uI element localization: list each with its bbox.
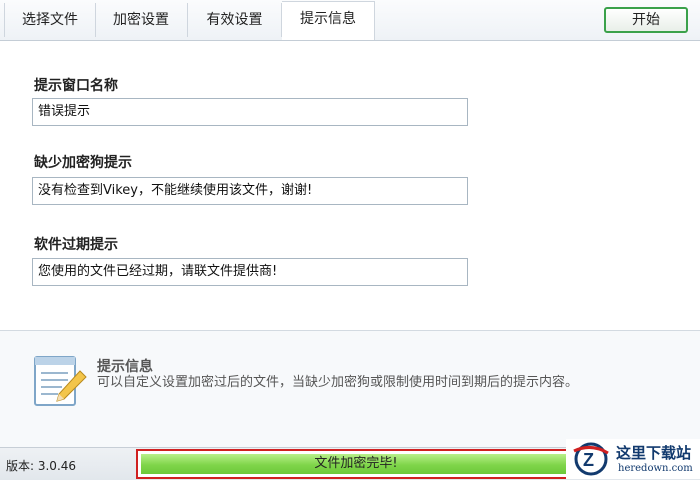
watermark-text: 这里下载站 <box>616 444 692 462</box>
expired-input[interactable]: 您使用的文件已经过期，请联文件提供商! <box>32 258 468 286</box>
missing-dongle-label: 缺少加密狗提示 <box>34 155 132 171</box>
watermark: Z 这里下载站 heredown.com <box>566 439 700 479</box>
info-title: 提示信息 <box>97 359 153 375</box>
info-panel: 提示信息 可以自定义设置加密过后的文件，当缺少加密狗或限制使用时间到期后的提示内… <box>0 331 700 447</box>
progress-label: 文件加密完毕! <box>314 456 398 471</box>
prompt-settings-form: 提示窗口名称 错误提示 缺少加密狗提示 没有检查到Vikey，不能继续使用该文件… <box>0 41 700 331</box>
start-button[interactable]: 开始 <box>604 7 688 33</box>
missing-dongle-input[interactable]: 没有检查到Vikey，不能继续使用该文件，谢谢! <box>32 177 468 205</box>
progress-track: 文件加密完毕! <box>141 454 571 474</box>
progress-bar: 文件加密完毕! <box>136 449 576 479</box>
info-description: 可以自定义设置加密过后的文件，当缺少加密狗或限制使用时间到期后的提示内容。 <box>97 375 579 390</box>
tab-prompt-info[interactable]: 提示信息 <box>282 1 375 40</box>
expired-label: 软件过期提示 <box>34 237 118 253</box>
window-name-input[interactable]: 错误提示 <box>32 98 468 126</box>
notepad-pencil-icon <box>34 356 87 406</box>
tab-encryption-settings[interactable]: 加密设置 <box>95 3 188 37</box>
tab-bar: 选择文件 加密设置 有效设置 提示信息 开始 <box>0 0 700 41</box>
heredown-logo-icon: Z <box>573 442 609 476</box>
tab-select-file[interactable]: 选择文件 <box>4 3 96 37</box>
tab-validity-settings[interactable]: 有效设置 <box>188 3 282 37</box>
watermark-url: heredown.com <box>618 463 693 474</box>
svg-text:Z: Z <box>583 450 594 470</box>
window-name-label: 提示窗口名称 <box>34 78 118 94</box>
version-label: 版本: 3.0.46 <box>6 459 77 473</box>
